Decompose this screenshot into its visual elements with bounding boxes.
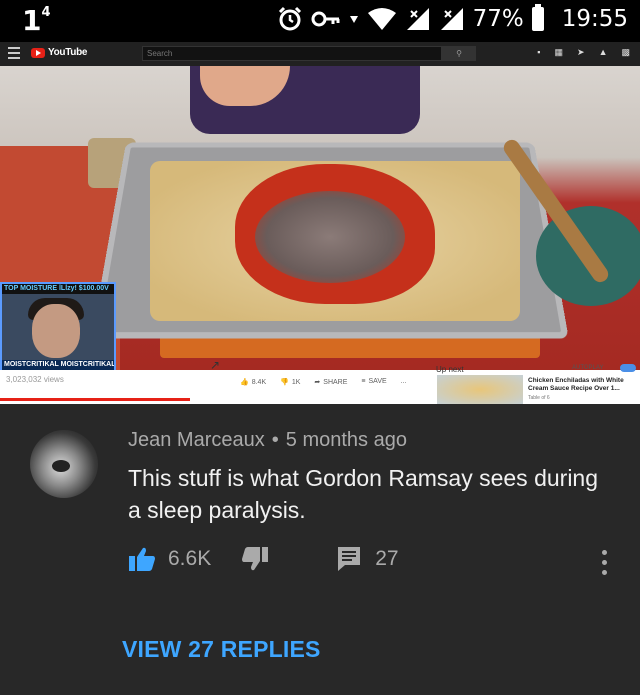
clock: 19:55 [561,6,628,32]
view-replies-button[interactable]: VIEW 27 REPLIES [122,636,321,663]
reply-icon[interactable] [337,546,361,572]
yt-search-box: Search [142,46,442,61]
recommended-channel: Table of 6 [528,395,550,401]
autoplay-toggle [620,364,636,372]
streamer-face [32,304,80,358]
more-options-icon[interactable] [602,550,608,576]
view-count: 3,023,032 views [6,375,64,384]
yt-share: ➦ SHARE [314,379,348,386]
comment-actions: 6.6K 27 [128,546,399,572]
recommended-thumbnail [437,375,523,404]
up-next-label: Up next [436,365,464,374]
comment: Jean Marceaux • 5 months ago This stuff is… [0,404,640,695]
embedded-screenshot[interactable]: YouTube Search ⚲ ▪ ▦ ➤ ▲ ▩ TOP MOISTURE lLlz… [0,42,640,404]
avatar[interactable] [30,430,98,498]
recommended-title: Chicken Enchiladas with White Cream Sauc… [528,377,624,392]
comment-text: This stuff is what Gordon Ramsay sees du… [128,465,599,523]
video-actions: 👍 8.4K 👎 1K ➦ SHARE ≡ SAVE ... [240,378,407,386]
streamer-webcam: TOP MOISTURE lLlzy! $100.00V MOISTCRITIK… [0,282,116,370]
signal-icon-2 [440,8,463,30]
battery-icon [531,4,544,31]
data-arrow-icon [349,16,358,23]
wifi-icon [367,8,396,30]
notification-count: 14 [22,4,51,37]
comment-header: Jean Marceaux • 5 months ago [128,429,407,451]
ground-meat [255,191,405,283]
yt-header: YouTube Search ⚲ ▪ ▦ ➤ ▲ ▩ [0,42,640,66]
youtube-logo: YouTube [31,47,88,58]
like-count: 6.6K [168,547,212,570]
search-icon: ⚲ [442,46,476,61]
alarm-icon [278,6,301,31]
yt-more: ... [400,378,407,385]
reply-count: 27 [375,547,399,570]
menu-icon [8,47,20,59]
yt-like: 👍 8.4K [240,379,267,386]
video-progress [0,398,190,401]
cursor-icon: ↗ [210,358,221,372]
status-bar: 14 77% 19:55 [0,0,640,42]
autoplay-label: AUTOPLAY [572,365,604,371]
stream-overlay-top: TOP MOISTURE lLlzy! $100.00V [2,284,114,294]
yt-dislike: 👎 1K [280,379,301,386]
yt-header-icons: ▪ ▦ ➤ ▲ ▩ [537,47,630,57]
yt-save: ≡ SAVE [361,378,387,385]
comment-time: 5 months ago [285,429,407,451]
signal-icon [406,8,429,30]
comment-author[interactable]: Jean Marceaux [128,429,265,451]
battery-percent: 77% [472,6,524,32]
key-icon [311,11,340,27]
thumbs-down-icon[interactable] [241,546,269,572]
thumbs-up-icon[interactable] [128,546,156,572]
stream-overlay-bottom: MOISTCRITIKAL MOISTCRITIKAL [2,360,114,370]
